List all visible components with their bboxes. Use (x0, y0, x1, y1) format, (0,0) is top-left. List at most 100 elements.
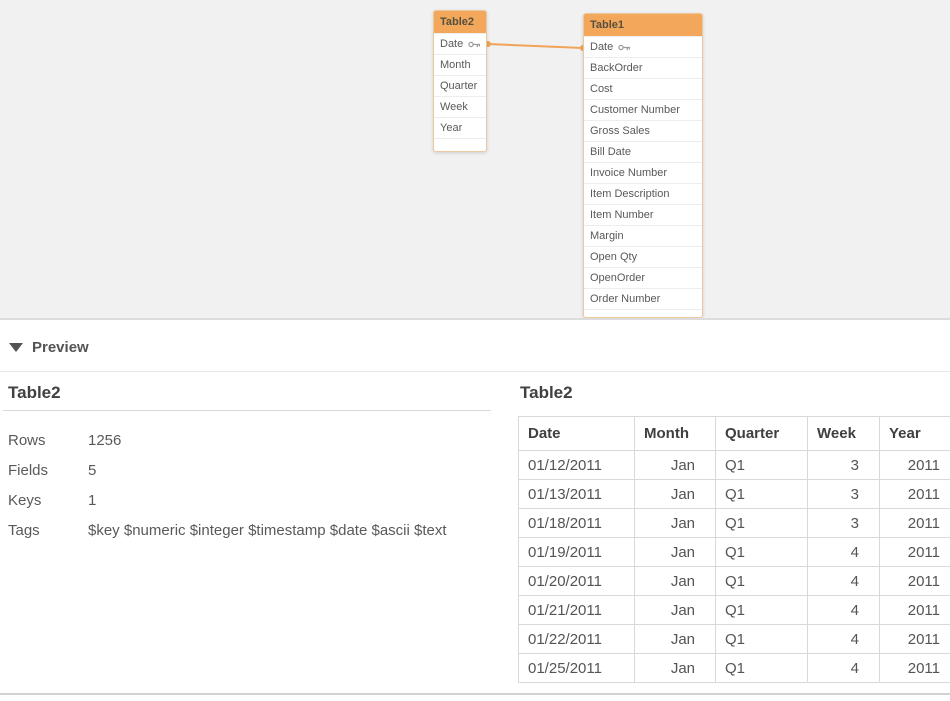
field-label: Invoice Number (590, 167, 667, 179)
table-node-title[interactable]: Table2 (434, 11, 486, 33)
cell-date: 01/19/2011 (519, 538, 635, 567)
column-header-month: Month (635, 417, 716, 451)
table-field-gross-sales[interactable]: Gross Sales (584, 120, 702, 141)
table-field-open-qty[interactable]: Open Qty (584, 246, 702, 267)
table-row: 01/20/2011 Jan Q1 4 2011 (519, 567, 950, 596)
field-label: Open Qty (590, 251, 637, 263)
field-label: BackOrder (590, 62, 643, 74)
stat-rows: Rows 1256 (8, 425, 498, 455)
cell-quarter: Q1 (716, 509, 808, 538)
field-label: Order Number (590, 293, 660, 305)
field-label: Customer Number (590, 104, 680, 116)
table-field-openorder[interactable]: OpenOrder (584, 267, 702, 288)
table-field-order-number[interactable]: Order Number (584, 288, 702, 309)
table-field-bill-date[interactable]: Bill Date (584, 141, 702, 162)
cell-quarter: Q1 (716, 538, 808, 567)
cell-week: 3 (808, 480, 880, 509)
cell-date: 01/13/2011 (519, 480, 635, 509)
table-field-item-description[interactable]: Item Description (584, 183, 702, 204)
cell-quarter: Q1 (716, 567, 808, 596)
cell-week: 4 (808, 625, 880, 654)
cell-month: Jan (635, 625, 716, 654)
table-field-quarter[interactable]: Quarter (434, 75, 486, 96)
key-icon (468, 40, 481, 49)
data-preview-table: Date Month Quarter Week Year 01/12/2011 … (518, 416, 950, 683)
stat-value: $key $numeric $integer $timestamp $date … (88, 522, 447, 539)
cell-year: 2011 (880, 480, 950, 509)
preview-collapse-toggle[interactable]: Preview (9, 337, 89, 357)
cell-date: 01/21/2011 (519, 596, 635, 625)
field-label: Quarter (440, 80, 477, 92)
left-title-rule (3, 410, 491, 411)
column-header-date: Date (519, 417, 635, 451)
table-field-margin[interactable]: Margin (584, 225, 702, 246)
table-field-item-number[interactable]: Item Number (584, 204, 702, 225)
node-clipped-row (584, 309, 702, 318)
field-label: Week (440, 101, 468, 113)
table-field-cost[interactable]: Cost (584, 78, 702, 99)
preview-label: Preview (32, 339, 89, 356)
field-label: Item Description (590, 188, 669, 200)
field-label: Gross Sales (590, 125, 650, 137)
table-row: 01/22/2011 Jan Q1 4 2011 (519, 625, 950, 654)
cell-week: 4 (808, 538, 880, 567)
header-row: Date Month Quarter Week Year (519, 417, 950, 451)
table-field-date[interactable]: Date (584, 36, 702, 57)
triangle-down-icon (9, 343, 23, 352)
cell-week: 4 (808, 654, 880, 683)
table-field-backorder[interactable]: BackOrder (584, 57, 702, 78)
cell-quarter: Q1 (716, 625, 808, 654)
cell-month: Jan (635, 480, 716, 509)
data-preview-table-wrap[interactable]: Date Month Quarter Week Year 01/12/2011 … (518, 416, 950, 691)
preview-divider (0, 371, 950, 372)
preview-table-title-right: Table2 (520, 383, 573, 403)
field-label: Date (590, 41, 613, 53)
data-model-canvas[interactable]: Table2 Date Month Quarter Week Year Tabl… (0, 0, 950, 320)
stat-label: Fields (8, 462, 88, 479)
stat-value: 1 (88, 492, 96, 509)
stat-value: 5 (88, 462, 96, 479)
stat-label: Keys (8, 492, 88, 509)
field-label: Item Number (590, 209, 654, 221)
table-field-date[interactable]: Date (434, 33, 486, 54)
table-node-table2[interactable]: Table2 Date Month Quarter Week Year (433, 10, 487, 152)
stat-keys: Keys 1 (8, 485, 498, 515)
column-header-quarter: Quarter (716, 417, 808, 451)
cell-date: 01/20/2011 (519, 567, 635, 596)
table-row: 01/12/2011 Jan Q1 3 2011 (519, 451, 950, 480)
preview-table-title-left: Table2 (8, 383, 61, 403)
table-node-title[interactable]: Table1 (584, 14, 702, 36)
cell-month: Jan (635, 538, 716, 567)
table-row: 01/13/2011 Jan Q1 3 2011 (519, 480, 950, 509)
cell-date: 01/18/2011 (519, 509, 635, 538)
cell-month: Jan (635, 509, 716, 538)
cell-year: 2011 (880, 654, 950, 683)
cell-quarter: Q1 (716, 654, 808, 683)
field-label: Year (440, 122, 462, 134)
stat-label: Tags (8, 522, 88, 539)
field-label: Cost (590, 83, 613, 95)
cell-month: Jan (635, 654, 716, 683)
table-field-month[interactable]: Month (434, 54, 486, 75)
table-field-invoice-number[interactable]: Invoice Number (584, 162, 702, 183)
cell-month: Jan (635, 567, 716, 596)
cell-year: 2011 (880, 509, 950, 538)
cell-quarter: Q1 (716, 480, 808, 509)
table-field-customer-number[interactable]: Customer Number (584, 99, 702, 120)
cell-week: 4 (808, 596, 880, 625)
cell-week: 4 (808, 567, 880, 596)
stat-label: Rows (8, 432, 88, 449)
stat-value: 1256 (88, 432, 121, 449)
field-label: Margin (590, 230, 624, 242)
table-field-week[interactable]: Week (434, 96, 486, 117)
field-label: OpenOrder (590, 272, 645, 284)
stat-fields: Fields 5 (8, 455, 498, 485)
node-empty-area (434, 138, 486, 152)
cell-year: 2011 (880, 567, 950, 596)
table-node-table1[interactable]: Table1 Date BackOrder Cost Customer Numb… (583, 13, 703, 318)
cell-year: 2011 (880, 451, 950, 480)
cell-month: Jan (635, 596, 716, 625)
table-field-year[interactable]: Year (434, 117, 486, 138)
cell-year: 2011 (880, 625, 950, 654)
table-stats: Rows 1256 Fields 5 Keys 1 Tags $key $num… (8, 425, 498, 545)
